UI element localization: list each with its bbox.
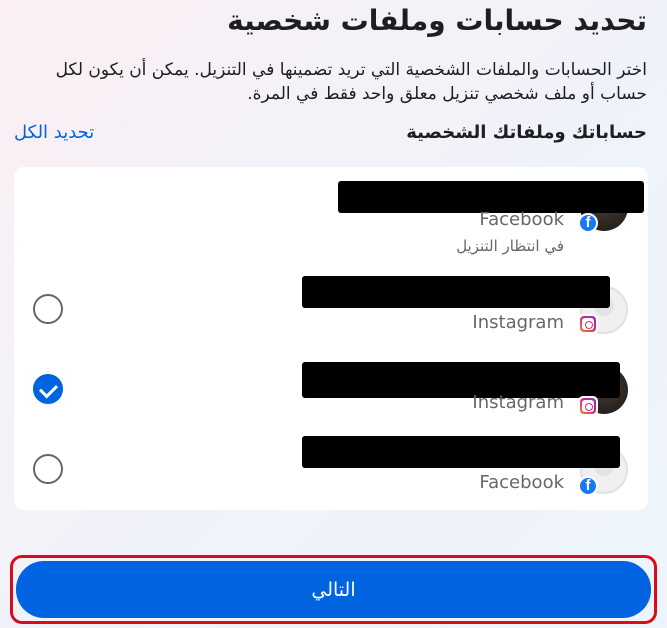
select-radio[interactable]: [33, 374, 63, 404]
select-radio[interactable]: [33, 294, 63, 324]
platform-label: Facebook: [479, 472, 564, 493]
facebook-icon: f: [578, 213, 598, 233]
next-button-highlight: التالي: [10, 555, 657, 624]
select-radio[interactable]: [33, 454, 63, 484]
page-title: تحديد حسابات وملفات شخصية: [227, 4, 647, 37]
pending-status: في انتظار التنزيل: [456, 237, 564, 255]
facebook-icon: f: [578, 476, 598, 496]
redacted-name: [302, 362, 620, 398]
account-row: f Facebook في انتظار التنزيل: [14, 175, 648, 255]
instagram-icon: [578, 396, 598, 416]
platform-label: Facebook: [479, 209, 564, 230]
instagram-icon: [578, 314, 598, 334]
select-all-link[interactable]: تحديد الكل: [14, 122, 94, 143]
redacted-name: [302, 276, 610, 308]
page-description: اختر الحسابات والملفات الشخصية التي تريد…: [55, 60, 647, 104]
accounts-list: f Facebook في انتظار التنزيل Instagram I…: [14, 167, 648, 510]
redacted-name: [302, 436, 620, 468]
account-row[interactable]: Instagram: [14, 270, 648, 350]
platform-label: Instagram: [472, 312, 564, 333]
account-row[interactable]: f Facebook: [14, 430, 648, 510]
next-button[interactable]: التالي: [16, 561, 651, 618]
section-title: حساباتك وملفاتك الشخصية: [406, 122, 647, 143]
platform-label: Instagram: [472, 392, 564, 413]
account-row[interactable]: Instagram: [14, 350, 648, 430]
